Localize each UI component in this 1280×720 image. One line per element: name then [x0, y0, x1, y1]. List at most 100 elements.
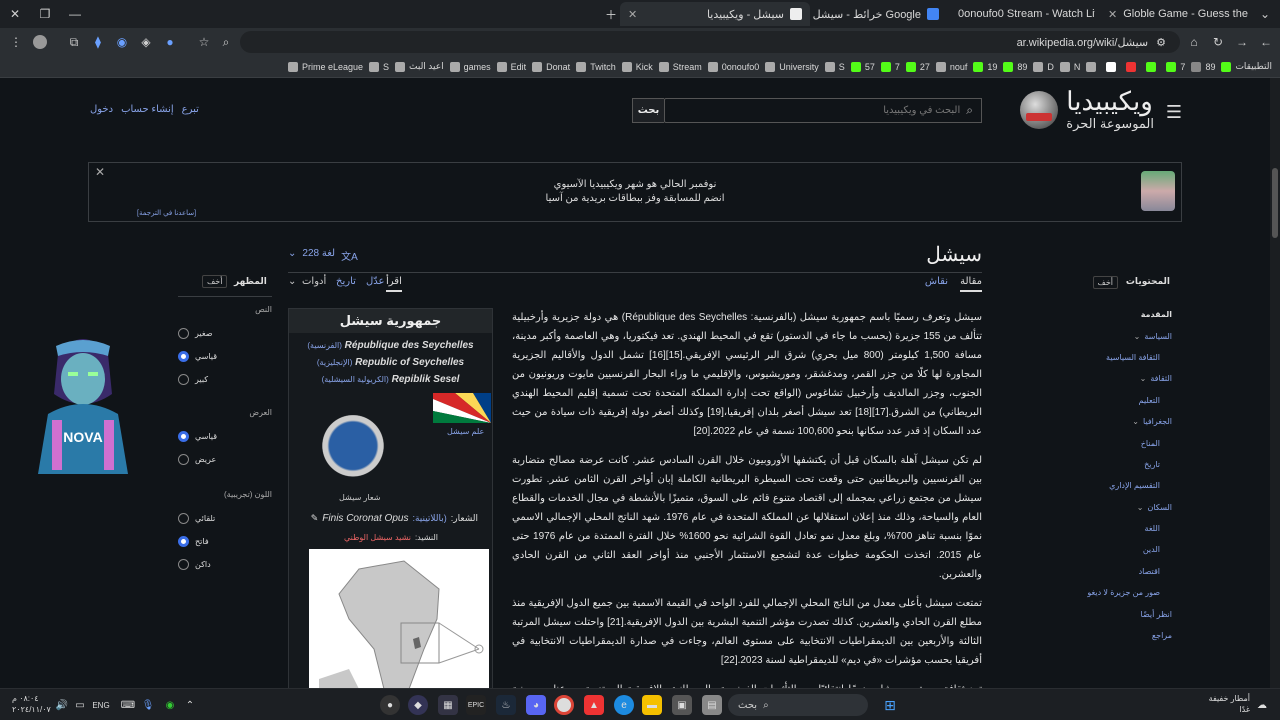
bookmark-item[interactable]: 27	[905, 61, 930, 72]
appearance-hide-button[interactable]: أخف	[202, 275, 228, 288]
toc-item[interactable]: اقتصاد	[1052, 561, 1172, 582]
weather-label[interactable]: أمطار خفيفة	[1200, 693, 1250, 704]
toc-item[interactable]: السكان ⌄	[1052, 497, 1172, 518]
toc-item[interactable]: الثقافة السياسية	[1052, 347, 1172, 368]
file-explorer-icon[interactable]: ▬	[642, 695, 662, 715]
lang-french-link[interactable]: (الفرنسية)	[307, 341, 342, 350]
start-icon[interactable]: ⊞	[880, 695, 900, 715]
toc-item[interactable]: الجغرافيا ⌄	[1052, 411, 1172, 432]
clock-time[interactable]: ٠٨:٠٤ م	[12, 693, 51, 704]
search-input[interactable]: ⌕ البحث في ويكيبيديا	[664, 98, 982, 123]
radio-button[interactable]	[178, 328, 189, 339]
option-wide[interactable]: عريض	[178, 448, 272, 471]
toc-item[interactable]: الثقافة ⌄	[1052, 368, 1172, 389]
tab-search-icon[interactable]: ⌄	[1250, 0, 1280, 28]
bookmark-item[interactable]: 7	[1166, 61, 1185, 72]
chevron-up-icon[interactable]: ⌃	[180, 695, 200, 715]
clock-date[interactable]: ٢٠٢٤/١١/٠٧	[12, 704, 51, 715]
zoom-icon[interactable]: ⌕	[214, 30, 238, 54]
close-banner-icon[interactable]: ✕	[95, 165, 105, 179]
bookmark-item[interactable]: 89	[1191, 61, 1215, 72]
login-link[interactable]: دخول	[90, 104, 113, 115]
toc-item[interactable]: الدين	[1052, 539, 1172, 560]
bookmark-item[interactable]	[1086, 61, 1100, 72]
option-standard[interactable]: قياسي	[178, 345, 272, 368]
option-light[interactable]: فاتح	[178, 530, 272, 553]
toc-item[interactable]: اللغة	[1052, 518, 1172, 539]
app-icon[interactable]: ◆	[408, 695, 428, 715]
tab-globle-game[interactable]: ✕ Globle Game - Guess the Country	[1100, 2, 1250, 26]
option-auto[interactable]: تلقائي	[178, 507, 272, 530]
chevron-down-icon[interactable]: ⌄	[1132, 417, 1139, 426]
chrome-icon[interactable]	[554, 695, 574, 715]
radio-button[interactable]	[178, 513, 189, 524]
tab-talk[interactable]: نقاش	[925, 276, 948, 287]
microphone-icon[interactable]: 🎙	[138, 695, 158, 715]
toc-hide-button[interactable]: أخف	[1092, 276, 1118, 289]
lang-english-link[interactable]: (الإنجليزية)	[317, 358, 353, 367]
bookmark-item[interactable]: Twitch	[576, 61, 616, 72]
extension-icon[interactable]: ◈	[134, 30, 158, 54]
bookmark-item[interactable]	[1146, 61, 1160, 72]
radio-button[interactable]	[178, 454, 189, 465]
address-bar[interactable]: ar.wikipedia.org/wiki/سيشل ⚙	[240, 31, 1180, 53]
toc-item[interactable]: انظر أيضًا	[1052, 603, 1172, 624]
extension-icon[interactable]: ◉	[110, 30, 134, 54]
flag-caption[interactable]: علم سيشل	[447, 427, 484, 436]
main-menu-icon[interactable]: ☰	[1166, 102, 1182, 123]
search-button[interactable]: بحث	[632, 98, 664, 123]
bookmark-item[interactable]: N	[1059, 61, 1080, 72]
scrollbar-thumb[interactable]	[1272, 168, 1278, 238]
forward-icon[interactable]: →	[1230, 30, 1254, 54]
bookmark-item[interactable]: 7	[880, 61, 900, 72]
radio-button[interactable]	[178, 431, 189, 442]
radio-button[interactable]	[178, 536, 189, 547]
create-account-link[interactable]: إنشاء حساب	[121, 104, 174, 115]
extensions-icon[interactable]: ⧉	[62, 30, 86, 54]
taskbar-search[interactable]: ⌕ بحث	[728, 694, 868, 716]
store-icon[interactable]: ▣	[672, 695, 692, 715]
tab-history[interactable]: تاريخ	[336, 276, 356, 287]
app-icon[interactable]: ▦	[438, 695, 458, 715]
tab-tools[interactable]: أدوات	[302, 276, 326, 287]
bookmark-item[interactable]: Prime eLeague	[287, 61, 363, 72]
keyboard-icon[interactable]: ⌨	[118, 695, 138, 715]
lang-creole-link[interactable]: (الكريولية السيشلية)	[322, 375, 389, 384]
bookmark-item[interactable]: D	[1033, 61, 1054, 72]
steam-icon[interactable]: ♨	[496, 695, 516, 715]
option-dark[interactable]: داكن	[178, 553, 272, 576]
toc-item[interactable]: مراجع	[1052, 625, 1172, 646]
bookmark-item[interactable]: Donat	[532, 61, 570, 72]
monitor-icon[interactable]: ▭	[70, 695, 90, 715]
radio-button[interactable]	[178, 559, 189, 570]
tab-article[interactable]: مقالة	[960, 276, 982, 292]
chevron-down-icon[interactable]: ⌄	[1140, 374, 1147, 383]
seychelles-flag[interactable]	[433, 393, 491, 423]
anthem-link[interactable]: نشيد سيشل الوطني	[344, 533, 411, 542]
extension-icon[interactable]: ⧫	[86, 30, 110, 54]
app-tray-icon[interactable]: ◉	[160, 695, 180, 715]
minimize-window-icon[interactable]: —	[60, 0, 90, 28]
chevron-down-icon[interactable]: ⌄	[1137, 503, 1144, 512]
page-scrollbar[interactable]	[1270, 78, 1280, 688]
restore-window-icon[interactable]: ❐	[30, 0, 60, 28]
toc-item[interactable]: التعليم	[1052, 390, 1172, 411]
bookmark-item[interactable]: Edit	[496, 61, 526, 72]
wikipedia-logo[interactable]: ويكيبيديا الموسوعة الحرة	[1020, 88, 1154, 132]
banner-help-link[interactable]: [ساعدنا في الترجمة]	[137, 209, 196, 217]
toc-item[interactable]: التقسيم الإداري	[1052, 475, 1172, 496]
radio-button[interactable]	[178, 374, 189, 385]
bookmark-item[interactable]: nouf	[935, 61, 967, 72]
close-window-icon[interactable]: ✕	[0, 0, 30, 28]
bookmark-item[interactable]	[1106, 61, 1120, 72]
bookmark-item[interactable]: S	[369, 61, 389, 72]
bookmark-item[interactable]: University	[765, 61, 819, 72]
bookmark-item[interactable]: 57	[850, 61, 875, 72]
language-button[interactable]: ⌄ 228 لغة 文A	[288, 248, 358, 263]
option-large[interactable]: كبير	[178, 368, 272, 391]
site-info-icon[interactable]: ⚙	[1156, 36, 1166, 49]
toc-item[interactable]: تاريخ	[1052, 454, 1172, 475]
radio-button[interactable]	[178, 351, 189, 362]
weather-icon[interactable]: ☁	[1252, 695, 1272, 715]
location-map[interactable]	[309, 549, 489, 688]
